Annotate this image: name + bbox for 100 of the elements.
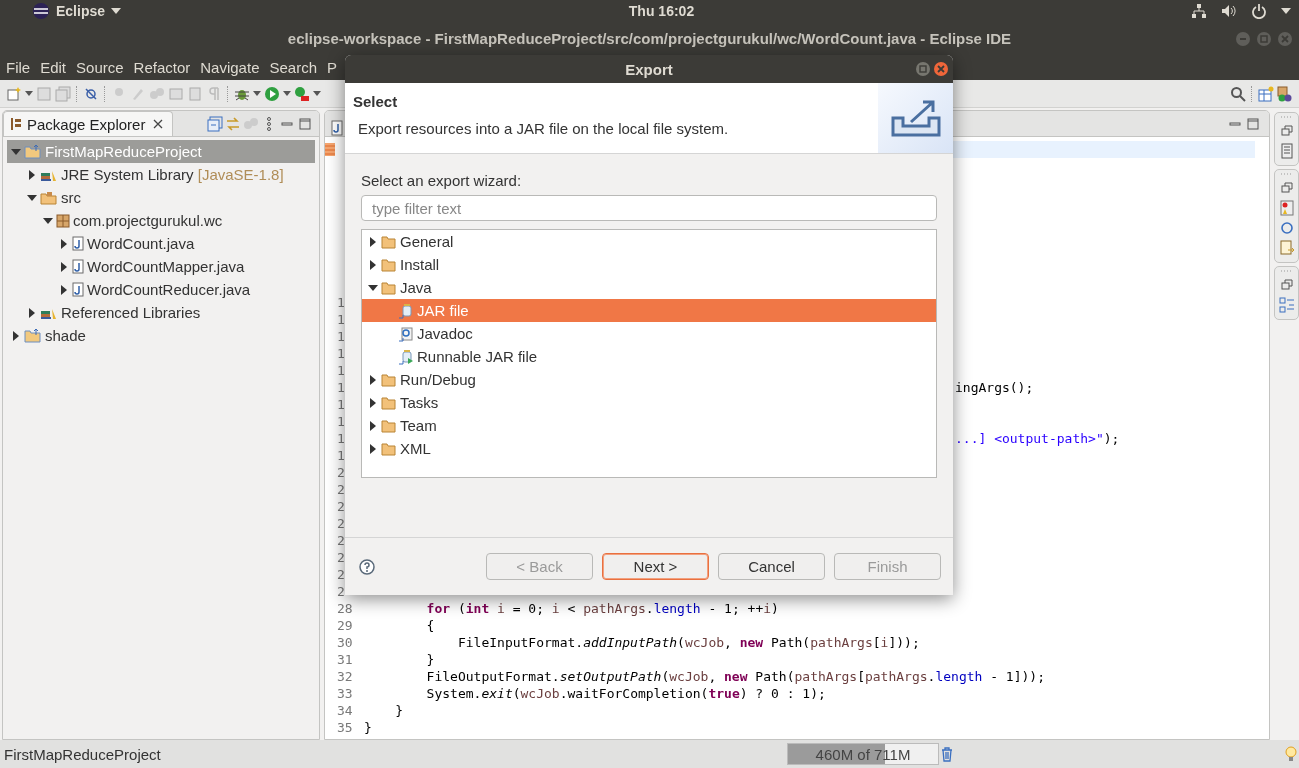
java-file-icon [72, 282, 84, 297]
volume-icon[interactable] [1221, 3, 1237, 19]
java-file-tab-icon[interactable] [329, 120, 345, 136]
collapsed-arrow-icon[interactable] [368, 420, 378, 431]
problems-icon[interactable] [1278, 200, 1295, 216]
menu-item[interactable]: Source [71, 59, 129, 76]
line-number: 1 [336, 380, 345, 395]
tree-item[interactable]: Tasks [362, 391, 936, 414]
collapsed-arrow-icon[interactable] [59, 238, 69, 249]
tree-item[interactable]: src [7, 186, 315, 209]
run-icon[interactable] [264, 85, 280, 102]
caret-icon [253, 91, 261, 96]
menu-item[interactable]: Edit [35, 59, 72, 76]
tree-item[interactable]: Java [362, 276, 936, 299]
menu-item[interactable]: Search [264, 59, 322, 76]
maximize-icon[interactable] [915, 61, 931, 77]
power-icon[interactable] [1251, 3, 1267, 19]
trash-icon[interactable] [939, 746, 955, 762]
declaration-icon[interactable] [1278, 240, 1295, 256]
page-title: Select [353, 93, 399, 110]
dialog-button[interactable]: Cancel [718, 553, 825, 580]
tree-item[interactable]: XML [362, 437, 936, 460]
dialog-button[interactable]: Next > [602, 553, 709, 580]
restore-icon[interactable] [1278, 123, 1295, 139]
tree-item[interactable]: JRE System Library [JavaSE-1.8] [7, 163, 315, 186]
collapsed-arrow-icon[interactable] [368, 236, 378, 247]
tree-item[interactable]: General [362, 230, 936, 253]
line-number: 2 [336, 584, 345, 599]
collapsed-arrow-icon[interactable] [11, 330, 21, 341]
menu-item[interactable]: Navigate [195, 59, 265, 76]
collapse-all-icon[interactable] [207, 116, 223, 132]
link-editor-icon[interactable] [225, 116, 241, 132]
menu-item[interactable]: File [1, 59, 36, 76]
help-icon[interactable] [359, 558, 375, 575]
dialog-title: Export [625, 60, 673, 78]
restore-icon[interactable] [1278, 277, 1295, 293]
tree-item[interactable]: WordCountMapper.java [7, 255, 315, 278]
collapsed-arrow-icon[interactable] [368, 443, 378, 454]
new-perspective-icon[interactable] [1258, 85, 1274, 102]
folder-icon [381, 418, 397, 433]
collapsed-arrow-icon[interactable] [27, 169, 37, 180]
lightbulb-icon[interactable] [1283, 746, 1299, 762]
code-line: { [425, 618, 435, 633]
line-number: 2 [336, 482, 345, 497]
menu-item[interactable]: Refactor [128, 59, 196, 76]
clock[interactable]: Thu 16:02 [628, 3, 695, 19]
line-number: 1 [336, 431, 345, 446]
menu-item[interactable]: P [322, 59, 342, 76]
collapsed-arrow-icon[interactable] [27, 307, 37, 318]
heap-meter[interactable]: 460M of 711M [787, 743, 939, 765]
collapsed-arrow-icon[interactable] [368, 397, 378, 408]
outline-icon[interactable] [1278, 297, 1295, 313]
package-explorer-tab[interactable]: Package Explorer [3, 111, 174, 136]
collapsed-arrow-icon[interactable] [59, 261, 69, 272]
status-text: FirstMapReduceProject [4, 745, 161, 763]
line-number: 30 [336, 635, 353, 650]
run-config-icon[interactable] [294, 85, 310, 102]
tree-item[interactable]: shade [7, 324, 315, 347]
network-icon[interactable] [1191, 3, 1207, 19]
folder-icon [381, 257, 397, 272]
expanded-arrow-icon[interactable] [43, 215, 53, 226]
maximize-icon[interactable] [297, 116, 313, 132]
tree-item[interactable]: WordCount.java [7, 232, 315, 255]
collapsed-arrow-icon[interactable] [59, 284, 69, 295]
caret-icon [283, 91, 291, 96]
expanded-arrow-icon[interactable] [27, 192, 37, 203]
line-number: 33 [336, 686, 353, 701]
restore-icon[interactable] [1278, 180, 1295, 196]
expanded-arrow-icon[interactable] [368, 282, 378, 293]
maximize-icon[interactable] [1245, 116, 1261, 132]
tree-item[interactable]: Javadoc [362, 322, 936, 345]
tree-item[interactable]: com.projectgurukul.wc [7, 209, 315, 232]
search-icon[interactable] [1230, 85, 1246, 102]
code-line: } [394, 703, 404, 718]
tree-item[interactable]: Install [362, 253, 936, 276]
code-line: System.exit(wcJob.waitForCompletion(true) ? 0 : 1); [425, 686, 826, 701]
tree-item[interactable]: WordCountReducer.java [7, 278, 315, 301]
line-number: 2 [336, 465, 345, 480]
collapsed-arrow-icon[interactable] [368, 259, 378, 270]
folder-icon [381, 280, 397, 295]
line-number: 28 [336, 601, 353, 616]
jar-icon [398, 302, 414, 319]
tree-item[interactable]: Referenced Libraries [7, 301, 315, 324]
tree-item[interactable]: Run/Debug [362, 368, 936, 391]
app-menu[interactable]: Eclipse [56, 3, 106, 19]
collapsed-arrow-icon[interactable] [368, 374, 378, 385]
tree-item[interactable]: Team [362, 414, 936, 437]
toggle-mark-icon[interactable] [83, 85, 99, 102]
filter-field[interactable]: type filter text [361, 195, 937, 221]
tree-item[interactable]: Runnable JAR file [362, 345, 936, 368]
line-number: 1 [336, 414, 345, 429]
line-number: 1 [336, 312, 345, 327]
new-icon[interactable] [6, 85, 22, 102]
outline-doc-icon[interactable] [1278, 143, 1295, 159]
folder-icon [381, 234, 397, 249]
field-label: Select an export wizard: [361, 172, 523, 189]
java-perspective-icon[interactable] [1277, 85, 1293, 102]
java-file-icon [72, 236, 84, 251]
package-folder-icon [40, 190, 58, 205]
folder-icon [381, 372, 397, 387]
